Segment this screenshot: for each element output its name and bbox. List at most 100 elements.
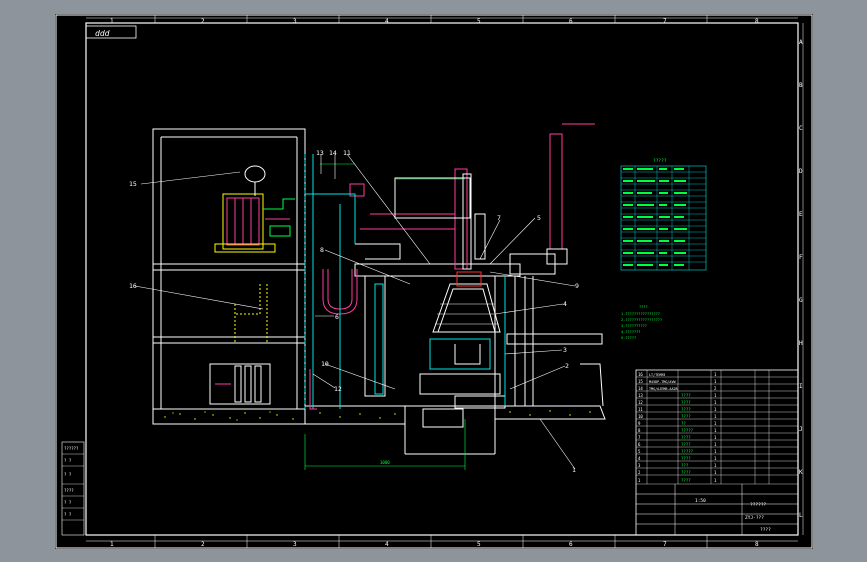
inner-frame: [85, 22, 799, 536]
bom-no: 13: [638, 393, 643, 398]
leader-number: 5: [537, 214, 541, 222]
bom-qty: 1: [714, 414, 717, 419]
stamp-text: ? ?: [64, 512, 72, 517]
col-marker: 5: [477, 18, 481, 25]
bom-name: M45DP-TMG/AVW: [649, 380, 676, 384]
bom-name: LT/TERM3: [649, 373, 665, 377]
bom-qty: 1: [714, 435, 717, 440]
bom-no: 8: [638, 428, 641, 433]
bom-name: ?????: [681, 449, 694, 454]
upper-equipment: [214, 165, 295, 253]
bom-no: 4: [638, 456, 641, 461]
col-marker: 8: [755, 541, 759, 548]
leader-number: 4: [563, 300, 567, 308]
col-marker: 3: [293, 18, 297, 25]
bom-no: 3: [638, 463, 641, 468]
row-markers: A B C D E F G H I J K L: [799, 39, 803, 519]
leader-number: 6: [335, 313, 339, 321]
note-line: 3.??????????: [621, 324, 647, 328]
building-frame: [152, 128, 306, 410]
leader-number: 1: [572, 466, 576, 474]
row-marker: I: [799, 383, 803, 390]
stamp-text: ????: [64, 488, 74, 493]
stamp-text: ? ?: [64, 458, 72, 463]
bom-name: ????: [681, 435, 691, 440]
row-marker: A: [799, 39, 803, 46]
leader-number: 9: [575, 282, 579, 290]
left-stamp: ?????? ? ? ? ? ???? ? ? ? ?: [61, 441, 85, 536]
title-scale: 1:50: [695, 498, 706, 504]
bom-no: 5: [638, 449, 641, 454]
drawing-sheet: 1 2 3 4 5 6 7 8 1 2 3 4 5 6 7 8 A B C D …: [55, 14, 813, 549]
column-markers: 1 2 3 4 5 6 7 8 1 2 3 4 5 6 7 8: [110, 18, 759, 548]
bom-qty: 1: [714, 478, 717, 483]
leader-number: 10: [321, 360, 329, 368]
bom-name: ??: [681, 421, 686, 426]
bom-qty: 1: [714, 421, 717, 426]
bom-name: ????: [681, 442, 691, 447]
notes-title: ????: [639, 305, 648, 309]
row-marker: B: [799, 82, 803, 89]
leader-number: 2: [565, 362, 569, 370]
bom-name: ????: [681, 478, 691, 483]
main-machine: [304, 123, 603, 428]
bom-name: ????: [681, 456, 691, 461]
row-marker: G: [799, 297, 803, 304]
note-line: 1.????????????????: [621, 312, 660, 316]
bom-no: 10: [638, 414, 643, 419]
bom-qty: 1: [714, 379, 717, 384]
row-marker: D: [799, 168, 803, 175]
bom-qty: 1: [714, 463, 717, 468]
row-marker: C: [799, 125, 803, 132]
bom-qty: 1: [714, 428, 717, 433]
leader-number: 3: [563, 346, 567, 354]
leader-number: 16: [129, 282, 137, 290]
row-marker: K: [799, 469, 803, 476]
bom-no: 9: [638, 421, 641, 426]
bom-name: ???: [681, 463, 689, 468]
technical-notes: ???? 1.???????????????? 2.??????????????…: [621, 305, 662, 340]
parameter-table: ?????: [620, 158, 707, 271]
bom-no: 1: [638, 478, 641, 483]
stamp-text: ??????: [64, 446, 79, 451]
col-marker: 6: [569, 18, 573, 25]
col-marker: 2: [201, 18, 205, 25]
leader-number: 12: [334, 385, 342, 393]
bom-qty: 1: [714, 470, 717, 475]
title-tab-label: ddd: [95, 29, 110, 38]
bom-name: ????: [681, 400, 691, 405]
col-marker: 1: [110, 541, 114, 548]
leader-number: 15: [129, 180, 137, 188]
bom-no: 15: [638, 379, 643, 384]
col-marker: 4: [385, 541, 389, 548]
row-marker: L: [799, 512, 803, 519]
col-marker: 1: [110, 18, 114, 25]
middle-piping: [234, 284, 268, 344]
bom-no: 7: [638, 435, 641, 440]
title-drawing-no: ZYJ-???: [745, 515, 764, 521]
col-marker: 4: [385, 18, 389, 25]
bom-no: 11: [638, 407, 643, 412]
bom-name: ????: [681, 393, 691, 398]
leader-number: 7: [497, 214, 501, 222]
stamp-text: ? ?: [64, 500, 72, 505]
bom-name: TMG/AJEMB-AA2B: [649, 387, 678, 391]
bom-qty: 1: [714, 442, 717, 447]
bom-qty: 1: [714, 407, 717, 412]
bom-no: 2: [638, 470, 641, 475]
dimension-label: 1000: [380, 460, 390, 465]
gas-cylinders: [209, 363, 271, 405]
title-tab: [85, 25, 137, 39]
leader-number: 11: [343, 149, 351, 157]
cad-drawing: 1 2 3 4 5 6 7 8 1 2 3 4 5 6 7 8 A B C D …: [55, 14, 813, 549]
bom-qty: 1: [714, 456, 717, 461]
row-marker: H: [799, 340, 803, 347]
bom-qty: 1: [714, 372, 717, 377]
leader-number: 13: [316, 149, 324, 157]
bom-qty: 1: [714, 393, 717, 398]
note-line: 2.?????????????????: [621, 318, 662, 322]
bom-name: ????: [681, 470, 691, 475]
bom-qty: 1: [714, 449, 717, 454]
leader-number: 14: [329, 149, 337, 157]
row-marker: J: [799, 426, 803, 433]
